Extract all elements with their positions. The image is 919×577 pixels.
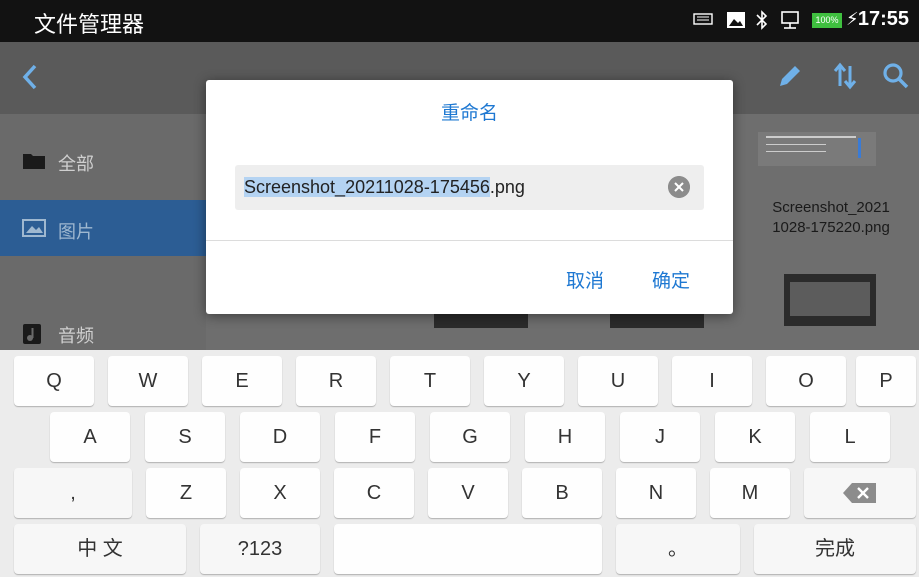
key-q[interactable]: Q: [14, 356, 94, 406]
battery-icon: 100%: [812, 13, 842, 28]
search-icon[interactable]: [882, 62, 910, 90]
clear-icon[interactable]: [668, 176, 690, 198]
key-i[interactable]: I: [672, 356, 752, 406]
sidebar-item-label: 全部: [58, 154, 94, 175]
key-comma[interactable]: ,: [14, 468, 132, 518]
clock: 17:55: [857, 8, 909, 30]
selected-text: Screenshot_20211028-175456: [244, 177, 490, 197]
sidebar-item-label: 图片: [58, 222, 94, 243]
image-status-icon: [727, 12, 745, 28]
sidebar: 全部 图片 音频: [0, 114, 206, 350]
key-y[interactable]: Y: [484, 356, 564, 406]
key-u[interactable]: U: [578, 356, 658, 406]
key-c[interactable]: C: [334, 468, 414, 518]
key-z[interactable]: Z: [146, 468, 226, 518]
key-o[interactable]: O: [766, 356, 846, 406]
ethernet-icon: [781, 11, 799, 29]
key-v[interactable]: V: [428, 468, 508, 518]
symbols-key[interactable]: ?123: [200, 524, 320, 574]
language-key[interactable]: 中 文: [14, 524, 186, 574]
file-thumbnail[interactable]: [784, 274, 876, 326]
key-j[interactable]: J: [620, 412, 700, 462]
key-b[interactable]: B: [522, 468, 602, 518]
cancel-button[interactable]: 取消: [566, 266, 604, 293]
space-key[interactable]: [334, 524, 602, 574]
key-g[interactable]: G: [430, 412, 510, 462]
charging-icon: ⚡: [846, 9, 859, 30]
sidebar-item-images[interactable]: 图片: [0, 200, 206, 256]
keyboard-status-icon: [693, 13, 713, 25]
backspace-key[interactable]: [804, 468, 916, 518]
file-name-line: Screenshot_2021: [772, 199, 890, 216]
key-h[interactable]: H: [525, 412, 605, 462]
key-e[interactable]: E: [202, 356, 282, 406]
sidebar-item-all[interactable]: 全部: [0, 132, 206, 192]
file-thumbnail[interactable]: [610, 314, 704, 328]
backspace-icon: [843, 483, 876, 503]
dialog-title: 重命名: [440, 102, 498, 124]
key-r[interactable]: R: [296, 356, 376, 406]
folder-icon: [23, 154, 45, 169]
key-t[interactable]: T: [390, 356, 470, 406]
key-f[interactable]: F: [335, 412, 415, 462]
back-icon[interactable]: [22, 64, 38, 90]
file-thumbnail[interactable]: [758, 132, 876, 166]
file-thumbnail[interactable]: [434, 314, 528, 328]
confirm-button[interactable]: 确定: [652, 266, 690, 293]
file-name[interactable]: Screenshot_2021 1028-175220.png: [751, 198, 911, 238]
key-m[interactable]: M: [710, 468, 790, 518]
key-d[interactable]: D: [240, 412, 320, 462]
key-k[interactable]: K: [715, 412, 795, 462]
soft-keyboard: Q W E R T Y U I O P A S D F G H J K L , …: [0, 350, 919, 577]
period-key[interactable]: 。: [616, 524, 740, 574]
edit-icon[interactable]: [778, 64, 802, 88]
audio-file-icon: [23, 324, 41, 344]
bluetooth-icon: [756, 10, 768, 30]
file-extension: .png: [489, 177, 525, 197]
sort-icon[interactable]: [832, 62, 858, 90]
sidebar-item-label: 音频: [58, 326, 94, 347]
key-l[interactable]: L: [810, 412, 890, 462]
key-s[interactable]: S: [145, 412, 225, 462]
key-p[interactable]: P: [856, 356, 916, 406]
key-w[interactable]: W: [108, 356, 188, 406]
image-icon: [22, 219, 46, 237]
rename-dialog: 重命名 Screenshot_20211028-175456.png 取消 确定: [206, 80, 733, 314]
key-n[interactable]: N: [616, 468, 696, 518]
file-name-line: 1028-175220.png: [772, 219, 890, 236]
app-title: 文件管理器: [34, 13, 145, 38]
done-key[interactable]: 完成: [754, 524, 916, 574]
key-x[interactable]: X: [240, 468, 320, 518]
dialog-divider: [206, 240, 733, 241]
filename-input[interactable]: Screenshot_20211028-175456.png: [235, 165, 704, 210]
key-a[interactable]: A: [50, 412, 130, 462]
status-bar: 文件管理器 100% ⚡ 17:55: [0, 0, 919, 42]
